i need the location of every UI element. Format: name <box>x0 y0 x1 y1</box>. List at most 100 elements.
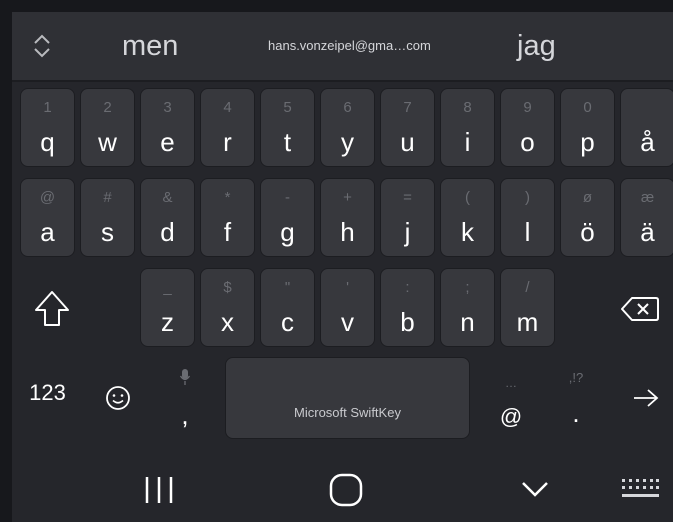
key-label: e <box>160 127 175 157</box>
space-label: Microsoft SwiftKey <box>294 405 401 420</box>
key-label: ö <box>580 217 595 247</box>
key-label: t <box>283 127 292 157</box>
key-hint: ) <box>525 189 530 206</box>
shift-icon[interactable] <box>32 288 72 330</box>
key-hint: 6 <box>343 99 352 116</box>
key-hint: = <box>403 189 412 206</box>
key-hint: @ <box>39 189 56 206</box>
key-hint: 3 <box>163 99 172 116</box>
key-m[interactable]: / m <box>500 268 555 347</box>
suggestion-2[interactable]: hans.vonzeipel@gma…com <box>268 12 431 80</box>
comma-key[interactable]: , <box>162 366 208 440</box>
key-label: u <box>400 127 415 157</box>
key-i[interactable]: 8i <box>440 88 495 167</box>
key-y[interactable]: 6y <box>320 88 375 167</box>
key-b[interactable]: :b <box>380 268 435 347</box>
numbers-key[interactable]: 123 <box>20 380 75 406</box>
period-key[interactable]: ,!? . <box>553 366 599 440</box>
key-q[interactable]: 1q <box>20 88 75 167</box>
key-label: ä <box>640 217 655 247</box>
key-k[interactable]: (k <box>440 178 495 257</box>
emoji-icon[interactable] <box>105 385 131 411</box>
key-label: n <box>460 307 475 337</box>
key-label: b <box>400 307 415 337</box>
key-s[interactable]: # s <box>80 178 135 257</box>
mic-icon <box>179 369 191 385</box>
recents-icon[interactable] <box>142 475 176 505</box>
key-hint: # <box>103 189 112 206</box>
key-w[interactable]: 2w <box>80 88 135 167</box>
key-label: i <box>464 127 471 157</box>
key-u[interactable]: 7u <box>380 88 435 167</box>
key-label: h <box>340 217 355 247</box>
key-z[interactable]: _ z <box>140 268 195 347</box>
key-r[interactable]: 4r <box>200 88 255 167</box>
chevron-down-icon[interactable] <box>520 479 550 499</box>
key-label: å <box>640 127 655 157</box>
home-icon[interactable] <box>328 472 364 508</box>
key-label: o <box>520 127 535 157</box>
key-label: p <box>580 127 595 157</box>
backspace-icon[interactable] <box>620 295 660 323</box>
key-label: r <box>223 127 232 157</box>
key-hint: " <box>284 279 291 296</box>
key-x[interactable]: $ x <box>200 268 255 347</box>
key-hint: / <box>525 279 530 296</box>
key-label: l <box>524 217 531 247</box>
comma-label: , <box>181 400 189 430</box>
key-label: z <box>161 307 174 337</box>
key-j[interactable]: = j <box>380 178 435 257</box>
key-hint: * <box>224 189 231 206</box>
key-label: x <box>221 307 234 337</box>
key-hint: 8 <box>463 99 472 116</box>
key-hint: 9 <box>523 99 532 116</box>
key-a-ring[interactable]: å <box>620 88 673 167</box>
key-hint: + <box>343 189 352 206</box>
keyboard: men hans.vonzeipel@gma…com jag 1q 2w 3e … <box>12 12 673 522</box>
key-label: q <box>40 127 55 157</box>
key-v[interactable]: ' v <box>320 268 375 347</box>
suggestion-1[interactable]: men <box>122 12 178 80</box>
key-label: m <box>516 307 539 337</box>
key-label: k <box>461 217 474 247</box>
key-hint: - <box>285 189 290 206</box>
period-label: . <box>572 398 580 428</box>
key-o-umlaut[interactable]: øö <box>560 178 615 257</box>
key-label: y <box>341 127 354 157</box>
key-t[interactable]: 5t <box>260 88 315 167</box>
key-a-umlaut[interactable]: æä <box>620 178 673 257</box>
key-h[interactable]: + h <box>320 178 375 257</box>
key-label: v <box>341 307 354 337</box>
key-hint: ' <box>346 279 349 296</box>
key-label: c <box>281 307 294 337</box>
key-f[interactable]: * f <box>200 178 255 257</box>
space-key[interactable]: Microsoft SwiftKey <box>225 357 470 439</box>
key-a[interactable]: @ a <box>20 178 75 257</box>
chevrons-up-down-icon[interactable] <box>30 32 54 60</box>
key-e[interactable]: 3e <box>140 88 195 167</box>
key-p[interactable]: 0p <box>560 88 615 167</box>
key-o[interactable]: 9o <box>500 88 555 167</box>
key-label: d <box>160 217 175 247</box>
period-hint: ,!? <box>568 370 584 385</box>
key-label: g <box>280 217 295 247</box>
key-hint: 5 <box>283 99 292 116</box>
keyboard-icon[interactable] <box>620 477 660 501</box>
at-key[interactable]: … @ <box>488 366 534 440</box>
key-c[interactable]: " c <box>260 268 315 347</box>
key-hint: $ <box>223 279 232 296</box>
key-hint: 7 <box>403 99 412 116</box>
key-l[interactable]: ) l <box>500 178 555 257</box>
key-hint: ( <box>465 189 470 206</box>
suggestion-3[interactable]: jag <box>517 12 556 80</box>
key-label: j <box>404 217 411 247</box>
key-hint: ; <box>465 279 470 296</box>
key-n[interactable]: ; n <box>440 268 495 347</box>
key-hint: & <box>162 189 173 206</box>
key-d[interactable]: & d <box>140 178 195 257</box>
arrow-right-icon[interactable] <box>632 388 660 408</box>
key-g[interactable]: -g <box>260 178 315 257</box>
navigation-bar <box>12 457 673 522</box>
key-hint: : <box>405 279 410 296</box>
suggestion-bar: men hans.vonzeipel@gma…com jag <box>12 12 673 82</box>
